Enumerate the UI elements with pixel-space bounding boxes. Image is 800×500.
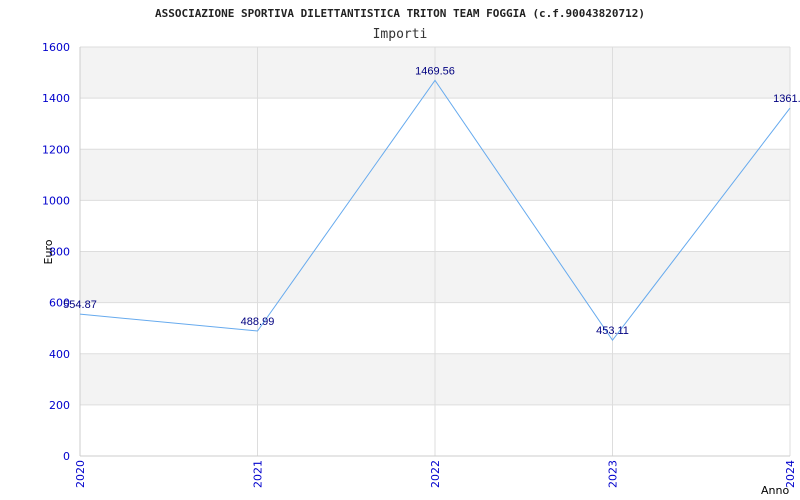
y-tick-label: 1200 [42, 143, 70, 156]
data-label: 1469.56 [415, 65, 455, 77]
chart-subtitle: Importi [373, 27, 428, 42]
y-axis-label: Euro [42, 239, 55, 264]
x-tick-label: 2020 [74, 460, 87, 488]
data-label: 554.87 [63, 299, 97, 311]
x-tick-labels: 2020 2021 2022 2023 2024 [74, 460, 797, 488]
data-label: 488.99 [241, 316, 275, 328]
y-tick-label: 1400 [42, 92, 70, 105]
y-tick-label: 400 [49, 348, 70, 361]
y-tick-label: 1600 [42, 41, 70, 54]
x-tick-label: 2022 [429, 460, 442, 488]
x-tick-label: 2021 [252, 460, 265, 488]
y-tick-label: 0 [63, 450, 70, 463]
chart-title: ASSOCIAZIONE SPORTIVA DILETTANTISTICA TR… [155, 7, 645, 20]
line-chart: 02004006008001000120014001600 2020 2021 20… [42, 7, 800, 497]
data-label: 1361.0 [773, 93, 800, 105]
x-axis-label: Anno [761, 484, 789, 497]
y-tick-label: 1000 [42, 194, 70, 207]
y-tick-label: 200 [49, 399, 70, 412]
x-tick-label: 2023 [607, 460, 620, 488]
data-label: 453.11 [596, 325, 629, 337]
